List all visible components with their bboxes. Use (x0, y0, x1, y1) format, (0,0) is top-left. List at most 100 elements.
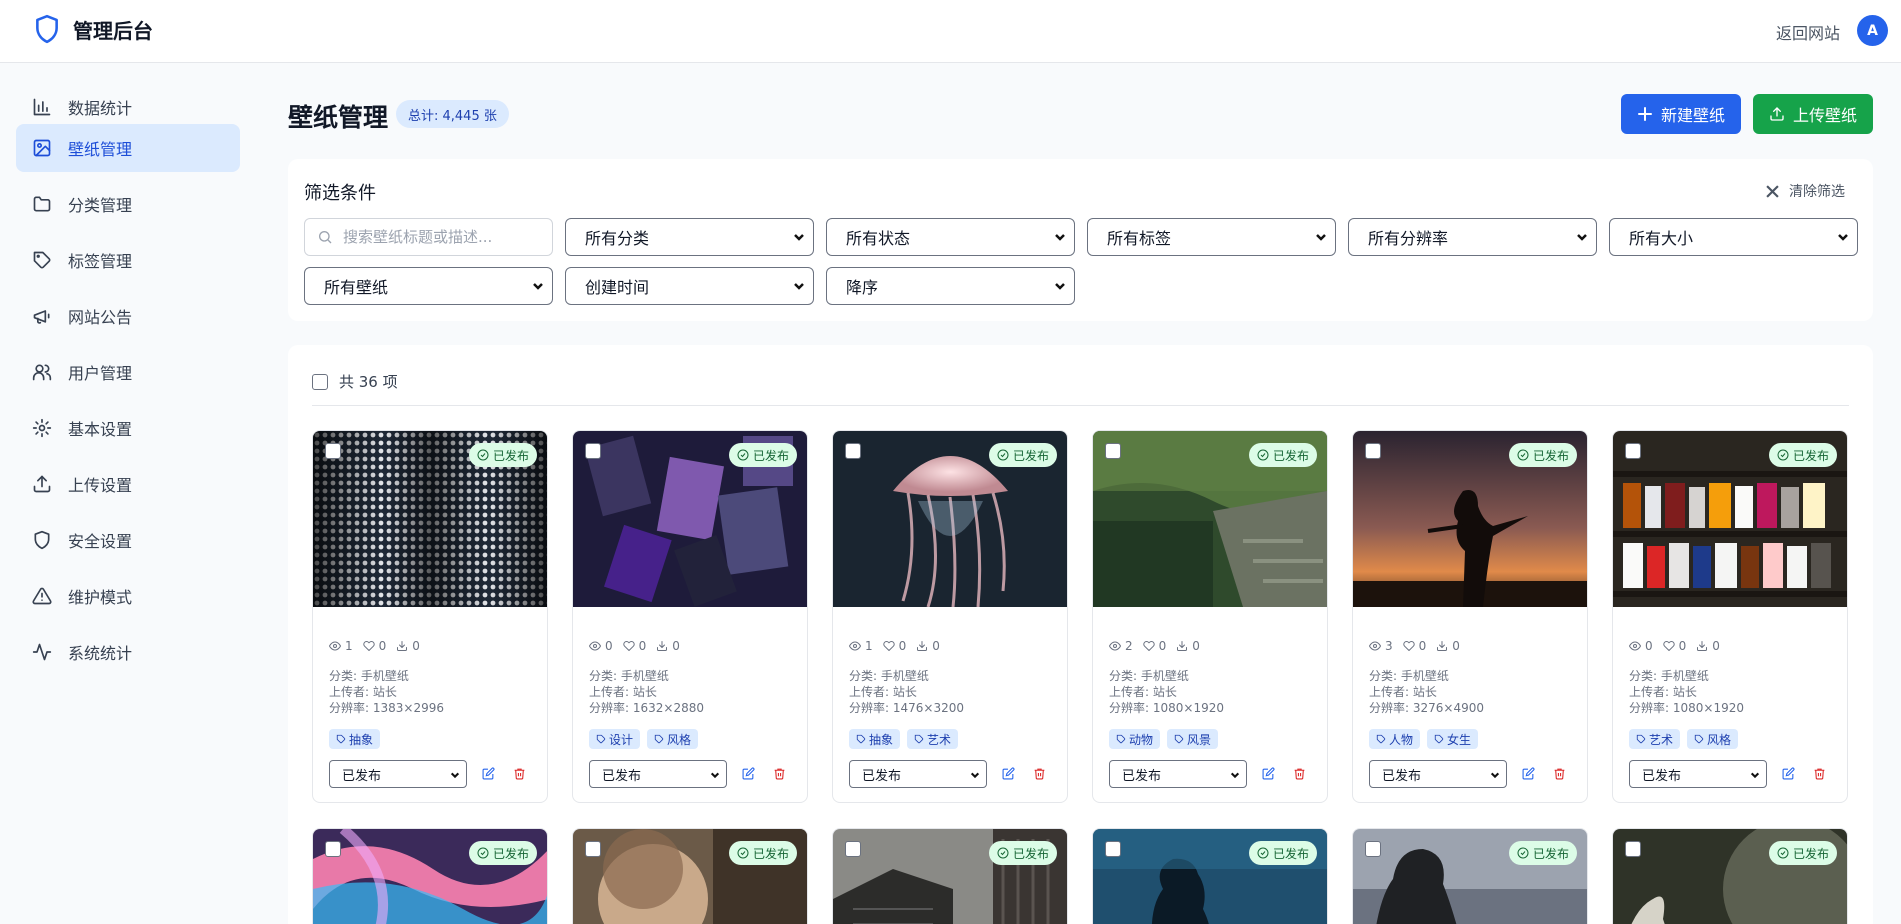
size-select[interactable]: 所有大小 (1609, 218, 1858, 256)
card-checkbox[interactable] (1365, 443, 1381, 459)
wallpaper-card[interactable]: 已发布 (312, 828, 548, 924)
edit-icon[interactable] (1262, 767, 1275, 780)
resolution-select[interactable]: 所有分辨率 (1348, 218, 1597, 256)
tag-label: 女生 (1447, 732, 1472, 747)
tag-icon (596, 734, 606, 744)
card-status-select[interactable]: 已发布 (589, 760, 727, 788)
wallpaper-select[interactable]: 所有壁纸 (304, 267, 553, 305)
status-badge: 已发布 (988, 443, 1057, 467)
new-wallpaper-button[interactable]: 新建壁纸 (1621, 94, 1741, 134)
edit-icon[interactable] (1522, 767, 1535, 780)
heart-icon (622, 640, 635, 651)
tag-chip[interactable]: 人物 (1369, 729, 1421, 749)
tag-label: 风景 (1187, 732, 1212, 747)
card-checkbox[interactable] (325, 443, 341, 459)
order-select[interactable]: 降序 (826, 267, 1075, 305)
sort-by-select[interactable]: 创建时间 (565, 267, 814, 305)
wallpaper-card[interactable]: 已发布 (832, 828, 1068, 924)
tag-chip[interactable]: 动物 (1109, 729, 1161, 749)
tag-chip[interactable]: 设计 (589, 729, 641, 749)
status-badge-label: 已发布 (1792, 846, 1829, 861)
tag-chip[interactable]: 抽象 (329, 729, 381, 749)
sidebar-item-label: 基本设置 (68, 420, 133, 439)
card-tags: 人物 女生 (1369, 729, 1479, 749)
card-checkbox[interactable] (1625, 841, 1641, 857)
card-status-select[interactable]: 已发布 (849, 760, 987, 788)
brand[interactable]: 管理后台 (34, 14, 153, 44)
category-select[interactable]: 所有分类 (565, 218, 814, 256)
edit-icon[interactable] (1782, 767, 1795, 780)
edit-icon[interactable] (1002, 767, 1015, 780)
wallpaper-card[interactable]: 已发布 1 0 0 分类: 手机壁纸 上传者: 站长 分辨率: 1476×320… (832, 430, 1068, 803)
wallpaper-card[interactable]: 已发布 1 0 0 分类: 手机壁纸 上传者: 站长 分辨率: 1383×299… (312, 430, 548, 803)
card-checkbox[interactable] (845, 841, 861, 857)
status-select[interactable]: 所有状态 (826, 218, 1075, 256)
card-checkbox[interactable] (585, 841, 601, 857)
search-input[interactable] (343, 228, 533, 246)
chevron-down-icon (1490, 772, 1500, 779)
tag-chip[interactable]: 女生 (1427, 729, 1479, 749)
card-checkbox[interactable] (325, 841, 341, 857)
edit-icon[interactable] (482, 767, 495, 780)
back-to-site-link[interactable]: 返回网站 (1776, 20, 1840, 44)
sidebar-item-wallpapers[interactable]: 壁纸管理 (16, 124, 240, 172)
card-checkbox[interactable] (845, 443, 861, 459)
tag-chip[interactable]: 艺术 (1629, 729, 1681, 749)
delete-icon[interactable] (1813, 767, 1826, 780)
delete-icon[interactable] (773, 767, 786, 780)
resolution-select-value: 所有分辨率 (1368, 229, 1449, 248)
card-status-select[interactable]: 已发布 (329, 760, 467, 788)
delete-icon[interactable] (1553, 767, 1566, 780)
delete-icon[interactable] (1033, 767, 1046, 780)
wallpaper-card[interactable]: 已发布 (1612, 828, 1848, 924)
sidebar-item-label: 分类管理 (68, 196, 133, 215)
delete-icon[interactable] (1293, 767, 1306, 780)
wallpaper-card[interactable]: 已发布 0 0 0 分类: 手机壁纸 上传者: 站长 分辨率: 1080×192… (1612, 430, 1848, 803)
avatar[interactable]: A (1857, 15, 1888, 46)
card-category: 分类: 手机壁纸 (1629, 669, 1709, 683)
upload-wallpaper-button[interactable]: 上传壁纸 (1753, 94, 1873, 134)
heart-icon (1662, 640, 1675, 651)
sidebar-item-basic-settings[interactable]: 基本设置 (16, 404, 240, 452)
tag-chip[interactable]: 风格 (647, 729, 699, 749)
heart-icon (1142, 640, 1155, 651)
wallpaper-card[interactable]: 已发布 (1092, 828, 1328, 924)
select-all-checkbox[interactable] (312, 373, 328, 390)
wallpaper-card[interactable]: 已发布 3 0 0 分类: 手机壁纸 上传者: 站长 分辨率: 3276×490… (1352, 430, 1588, 803)
wallpaper-card[interactable]: 已发布 0 0 0 分类: 手机壁纸 上传者: 站长 分辨率: 1632×288… (572, 430, 808, 803)
sidebar-item-announcements[interactable]: 网站公告 (16, 292, 240, 340)
sidebar-item-security[interactable]: 安全设置 (16, 516, 240, 564)
edit-icon[interactable] (742, 767, 755, 780)
tag-label: 动物 (1129, 732, 1154, 747)
total-count-badge: 总计: 4,445 张 (396, 100, 509, 128)
category-select-value: 所有分类 (585, 229, 650, 248)
sidebar-item-maintenance[interactable]: 维护模式 (16, 572, 240, 620)
card-checkbox[interactable] (1365, 841, 1381, 857)
wallpaper-card[interactable]: 已发布 (1352, 828, 1588, 924)
card-status-select[interactable]: 已发布 (1629, 760, 1767, 788)
tag-chip[interactable]: 风格 (1687, 729, 1739, 749)
tag-chip[interactable]: 艺术 (907, 729, 959, 749)
sidebar-item-upload-settings[interactable]: 上传设置 (16, 460, 240, 508)
card-status-select[interactable]: 已发布 (1109, 760, 1247, 788)
clear-filters-button[interactable]: 清除筛选 (1766, 181, 1845, 201)
select-all[interactable]: 共 36 项 (312, 371, 398, 392)
card-checkbox[interactable] (1105, 443, 1121, 459)
search-field[interactable] (304, 218, 553, 256)
likes-count: 0 (1418, 639, 1427, 653)
sidebar-item-system-stats[interactable]: 系统统计 (16, 628, 240, 676)
tag-chip[interactable]: 风景 (1167, 729, 1219, 749)
tag-chip[interactable]: 抽象 (849, 729, 901, 749)
card-status-select[interactable]: 已发布 (1369, 760, 1507, 788)
tags-select[interactable]: 所有标签 (1087, 218, 1336, 256)
wallpaper-card[interactable]: 已发布 (572, 828, 808, 924)
delete-icon[interactable] (513, 767, 526, 780)
sidebar-item-tags[interactable]: 标签管理 (16, 236, 240, 284)
sidebar-item-users[interactable]: 用户管理 (16, 348, 240, 396)
chevron-down-icon (533, 283, 543, 290)
card-checkbox[interactable] (1625, 443, 1641, 459)
card-checkbox[interactable] (1105, 841, 1121, 857)
sidebar-item-categories[interactable]: 分类管理 (16, 180, 240, 228)
card-checkbox[interactable] (585, 443, 601, 459)
wallpaper-card[interactable]: 已发布 2 0 0 分类: 手机壁纸 上传者: 站长 分辨率: 1080×192… (1092, 430, 1328, 803)
